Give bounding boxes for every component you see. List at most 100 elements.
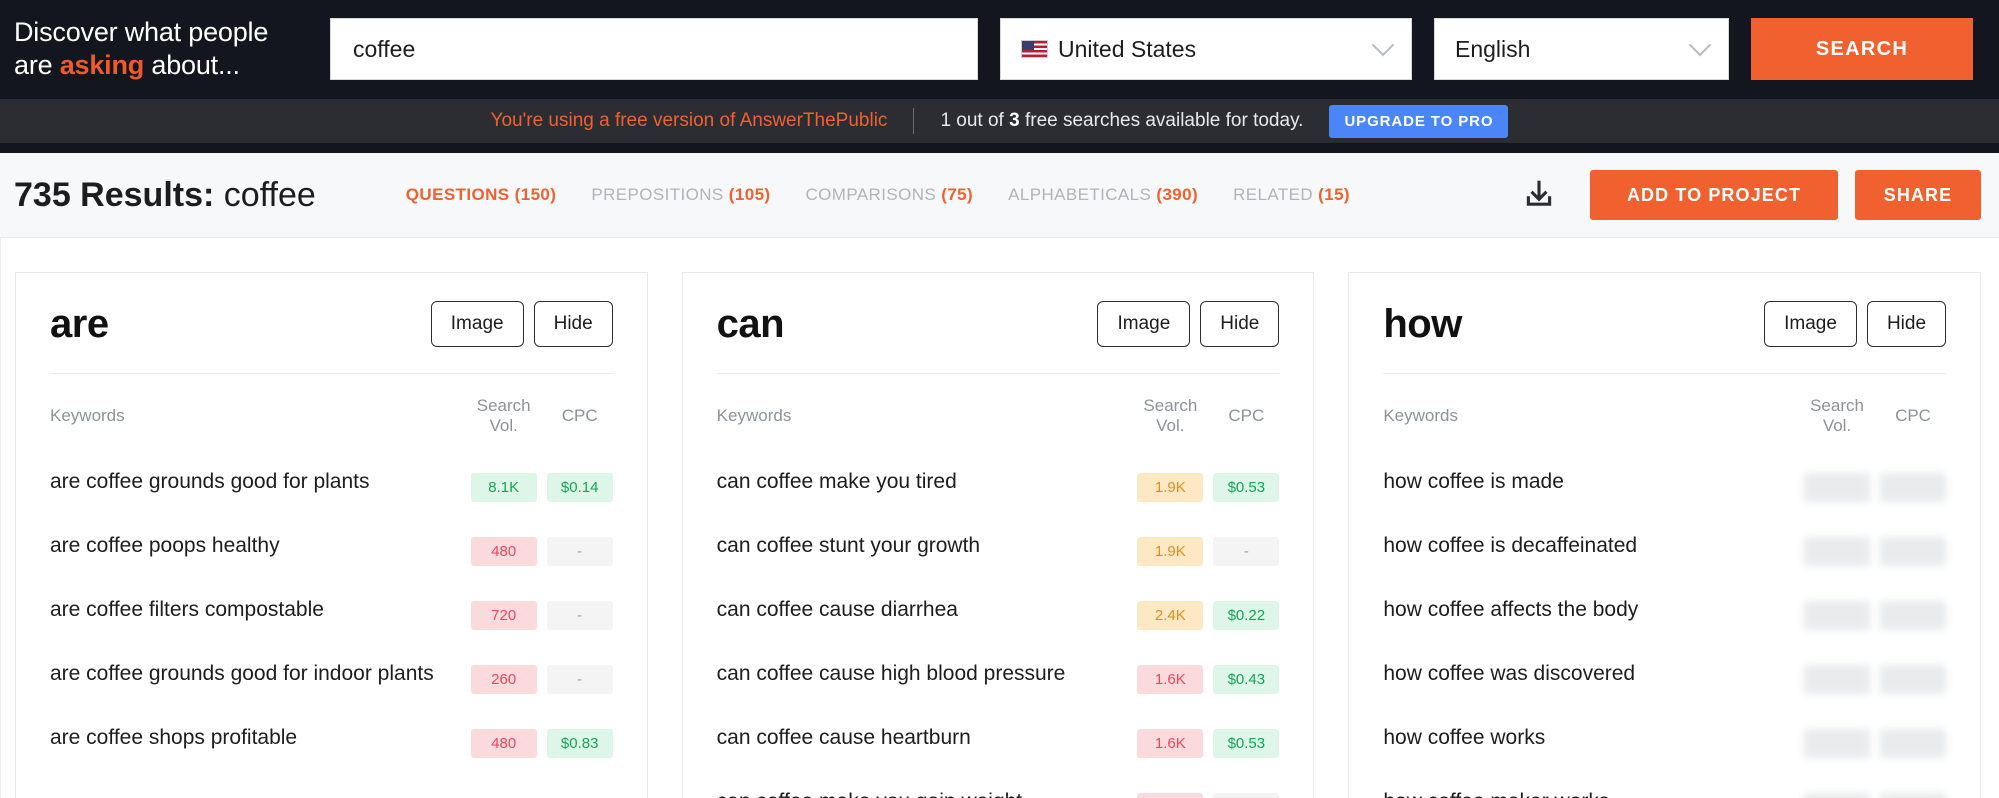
tab-questions[interactable]: QUESTIONS (150) — [406, 185, 557, 205]
table-row[interactable]: can coffee cause diarrhea 2.4K $0.22 — [717, 580, 1280, 644]
col-search-vol: Search Vol. — [1804, 374, 1870, 452]
tab-comparisons[interactable]: COMPARISONS (75) — [805, 185, 973, 205]
cpc-badge-locked — [1880, 729, 1946, 758]
row-spacer — [1870, 452, 1880, 516]
search-vol-badge: 1.6K — [1137, 729, 1203, 758]
table-row[interactable]: how coffee is decaffeinated — [1383, 516, 1946, 580]
upgrade-to-pro-button[interactable]: UPGRADE TO PRO — [1329, 105, 1508, 138]
tagline-highlight: asking — [60, 50, 144, 80]
search-vol-badge: 480 — [471, 537, 537, 566]
results-tabs: QUESTIONS (150) PREPOSITIONS (105) COMPA… — [406, 185, 1350, 205]
row-spacer — [1870, 516, 1880, 580]
add-to-project-button[interactable]: ADD TO PROJECT — [1590, 170, 1838, 220]
cpc-badge: - — [1213, 793, 1279, 798]
row-keyword: are coffee filters compostable — [50, 580, 471, 644]
cpc-badge: $0.14 — [547, 473, 613, 502]
card-actions: Image Hide — [431, 301, 613, 347]
row-spacer — [1870, 772, 1880, 798]
chevron-down-icon — [1372, 34, 1395, 57]
table-row[interactable]: how coffee is made — [1383, 452, 1946, 516]
search-button[interactable]: SEARCH — [1751, 18, 1973, 80]
row-keyword: how coffee was discovered — [1383, 644, 1804, 708]
row-cpc — [1880, 452, 1946, 516]
row-search-vol: 2.4K — [1137, 580, 1203, 644]
row-spacer — [1870, 708, 1880, 772]
row-keyword: are coffee poops healthy — [50, 516, 471, 580]
table-row[interactable]: are coffee grounds good for plants 8.1K … — [50, 452, 613, 516]
table-row[interactable]: can coffee make you gain weight 1K - — [717, 772, 1280, 798]
row-keyword: can coffee cause high blood pressure — [717, 644, 1138, 708]
tab-prepositions[interactable]: PREPOSITIONS (105) — [591, 185, 770, 205]
search-vol-badge-locked — [1804, 473, 1870, 502]
row-spacer — [1203, 580, 1213, 644]
table-row[interactable]: how coffee maker works — [1383, 772, 1946, 798]
row-search-vol: 260 — [471, 644, 537, 708]
search-vol-badge: 480 — [471, 729, 537, 758]
card-image-button[interactable]: Image — [1097, 301, 1190, 347]
search-vol-badge: 1K — [1137, 793, 1203, 798]
results-actions: ADD TO PROJECT SHARE — [1516, 170, 1981, 220]
row-keyword: how coffee is made — [1383, 452, 1804, 516]
search-vol-badge: 720 — [471, 601, 537, 630]
cpc-badge: $0.43 — [1213, 665, 1279, 694]
table-row[interactable]: how coffee works — [1383, 708, 1946, 772]
quota-number: 3 — [1009, 110, 1020, 131]
tab-alphabeticals-count: (390) — [1156, 185, 1198, 204]
col-spacer — [537, 374, 547, 452]
cpc-badge-locked — [1880, 665, 1946, 694]
language-select[interactable]: English — [1434, 18, 1729, 80]
download-icon[interactable] — [1516, 172, 1562, 218]
search-input-wrapper[interactable] — [330, 18, 978, 80]
search-vol-badge: 1.9K — [1137, 473, 1203, 502]
question-cards-container: are Image Hide Keywords Search Vol. CPC … — [0, 238, 1999, 798]
table-row[interactable]: can coffee cause heartburn 1.6K $0.53 — [717, 708, 1280, 772]
row-search-vol: 720 — [471, 580, 537, 644]
row-search-vol — [1804, 516, 1870, 580]
table-row[interactable]: how coffee was discovered — [1383, 644, 1946, 708]
card-image-button[interactable]: Image — [431, 301, 524, 347]
search-vol-badge-locked — [1804, 665, 1870, 694]
row-search-vol — [1804, 644, 1870, 708]
table-row[interactable]: are coffee grounds good for indoor plant… — [50, 644, 613, 708]
country-select[interactable]: United States — [1000, 18, 1412, 80]
col-keywords: Keywords — [717, 374, 1138, 452]
col-search-vol: Search Vol. — [471, 374, 537, 452]
row-spacer — [1203, 516, 1213, 580]
card-image-button[interactable]: Image — [1764, 301, 1857, 347]
table-row[interactable]: can coffee make you tired 1.9K $0.53 — [717, 452, 1280, 516]
tab-related[interactable]: RELATED (15) — [1233, 185, 1350, 205]
tab-alphabeticals[interactable]: ALPHABETICALS (390) — [1008, 185, 1198, 205]
col-search-vol: Search Vol. — [1137, 374, 1203, 452]
row-spacer — [537, 644, 547, 708]
row-cpc: $0.22 — [1213, 580, 1279, 644]
table-row[interactable]: are coffee shops profitable 480 $0.83 — [50, 708, 613, 772]
card-header: how Image Hide — [1383, 301, 1946, 374]
card-hide-button[interactable]: Hide — [1867, 301, 1946, 347]
table-row[interactable]: can coffee stunt your growth 1.9K - — [717, 516, 1280, 580]
notice-divider — [913, 108, 914, 134]
tab-prepositions-label: PREPOSITIONS — [591, 185, 723, 204]
row-search-vol: 1.9K — [1137, 452, 1203, 516]
col-spacer — [1203, 374, 1213, 452]
row-keyword: are coffee grounds good for plants — [50, 452, 471, 516]
cpc-badge-locked — [1880, 473, 1946, 502]
row-cpc: $0.14 — [547, 452, 613, 516]
card-hide-button[interactable]: Hide — [1200, 301, 1279, 347]
card-hide-button[interactable]: Hide — [534, 301, 613, 347]
table-row[interactable]: can coffee cause high blood pressure 1.6… — [717, 644, 1280, 708]
free-version-notice-bar: You're using a free version of AnswerThe… — [0, 98, 1999, 143]
search-input[interactable] — [353, 36, 955, 63]
search-vol-badge: 1.9K — [1137, 537, 1203, 566]
card-title: can — [717, 302, 784, 347]
row-cpc: $0.53 — [1213, 708, 1279, 772]
tab-prepositions-count: (105) — [729, 185, 771, 204]
search-vol-badge-locked — [1804, 729, 1870, 758]
table-row[interactable]: how coffee affects the body — [1383, 580, 1946, 644]
row-search-vol: 1.9K — [1137, 516, 1203, 580]
table-row[interactable]: are coffee poops healthy 480 - — [50, 516, 613, 580]
table-header-row: Keywords Search Vol. CPC — [717, 374, 1280, 452]
share-button[interactable]: SHARE — [1855, 170, 1981, 220]
row-spacer — [537, 516, 547, 580]
row-spacer — [537, 580, 547, 644]
table-row[interactable]: are coffee filters compostable 720 - — [50, 580, 613, 644]
